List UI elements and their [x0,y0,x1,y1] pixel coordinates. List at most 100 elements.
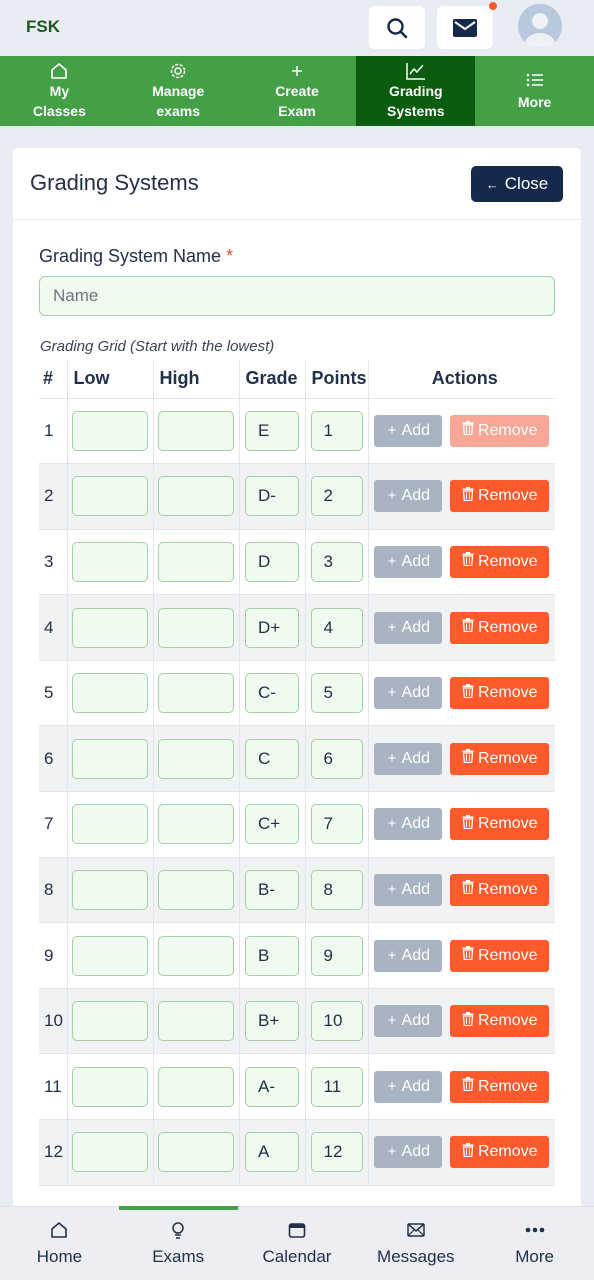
grade-input[interactable] [245,935,299,976]
remove-row-button[interactable]: Remove [450,873,550,906]
remove-row-button[interactable]: Remove [450,480,550,513]
search-button[interactable] [369,6,425,49]
low-input[interactable] [72,541,148,582]
header-number: # [39,360,68,398]
low-input[interactable] [72,1132,148,1173]
nav-item-my-classes[interactable]: My Classes [0,56,119,126]
low-input[interactable] [72,1001,148,1042]
nav-item-create-exam[interactable]: Create Exam [238,56,357,126]
grade-input[interactable] [245,607,299,648]
add-row-button[interactable]: Add [374,480,443,513]
grade-input[interactable] [245,541,299,582]
high-input[interactable] [158,1132,234,1173]
low-input[interactable] [72,673,148,714]
points-input[interactable] [310,804,363,845]
remove-row-button[interactable]: Remove [450,611,550,644]
top-bar: FSK [0,0,594,56]
grade-input[interactable] [245,738,299,779]
grade-input[interactable] [245,1066,299,1107]
add-row-button[interactable]: Add [374,742,443,775]
points-input[interactable] [310,738,363,779]
bottom-nav-home[interactable]: Home [0,1207,119,1280]
add-row-button[interactable]: Add [374,611,443,644]
lightbulb-icon [170,1221,186,1239]
add-row-button[interactable]: Add [374,414,443,447]
trash-icon [462,1077,474,1096]
grade-input[interactable] [245,804,299,845]
points-input[interactable] [310,673,363,714]
points-input[interactable] [310,869,363,910]
points-input[interactable] [310,410,363,451]
grade-cell [239,856,306,923]
low-input[interactable] [72,935,148,976]
grade-input[interactable] [245,410,299,451]
high-input[interactable] [158,476,234,517]
high-input[interactable] [158,673,234,714]
high-input[interactable] [158,804,234,845]
high-input[interactable] [158,935,234,976]
grading-system-name-input[interactable] [39,276,555,316]
messages-button[interactable] [437,2,497,49]
remove-row-button[interactable]: Remove [450,677,550,710]
close-button[interactable]: ← Close [471,166,563,202]
remove-row-button[interactable]: Remove [450,545,550,578]
add-row-button[interactable]: Add [374,1070,443,1103]
grade-input[interactable] [245,869,299,910]
trash-icon [462,683,474,703]
points-input[interactable] [310,607,363,648]
points-input[interactable] [310,1132,363,1173]
nav-item-more[interactable]: More [475,56,594,126]
add-row-button[interactable]: Add [374,939,443,972]
remove-row-button[interactable]: Remove [450,939,550,972]
low-input[interactable] [72,410,148,451]
remove-row-button[interactable]: Remove [450,1070,550,1103]
bottom-nav-messages[interactable]: Messages [356,1207,475,1280]
bottom-nav-more[interactable]: More [475,1207,594,1280]
remove-row-button[interactable]: Remove [450,742,550,775]
home-icon [50,61,68,81]
high-input[interactable] [158,1001,234,1042]
brand-logo[interactable]: FSK [26,17,60,37]
low-input[interactable] [72,476,148,517]
table-row: 12 Add Remove [39,1119,555,1186]
low-cell [67,856,154,923]
points-input[interactable] [310,476,363,517]
high-input[interactable] [158,869,234,910]
high-input[interactable] [158,607,234,648]
row-number: 10 [39,987,68,1054]
high-input[interactable] [158,541,234,582]
add-row-button[interactable]: Add [374,808,443,841]
low-input[interactable] [72,869,148,910]
add-row-button[interactable]: Add [374,545,443,578]
add-row-button[interactable]: Add [374,1136,443,1169]
points-input[interactable] [310,1001,363,1042]
low-input[interactable] [72,738,148,779]
grade-input[interactable] [245,1001,299,1042]
bottom-nav-calendar[interactable]: Calendar [238,1207,357,1280]
avatar[interactable] [518,4,562,48]
table-row: 7 Add Remove [39,791,555,858]
remove-row-button[interactable]: Remove [450,414,550,447]
low-input[interactable] [72,607,148,648]
grade-input[interactable] [245,1132,299,1173]
bottom-nav-exams[interactable]: Exams [118,1206,238,1280]
high-input[interactable] [158,1066,234,1107]
remove-row-button[interactable]: Remove [450,1136,550,1169]
points-input[interactable] [310,541,363,582]
remove-row-button[interactable]: Remove [450,1005,550,1038]
high-input[interactable] [158,738,234,779]
remove-row-button[interactable]: Remove [450,808,550,841]
add-row-button[interactable]: Add [374,873,443,906]
nav-item-label: My Classes [32,83,86,119]
points-input[interactable] [310,935,363,976]
high-input[interactable] [158,410,234,451]
low-input[interactable] [72,804,148,845]
nav-item-grading-systems[interactable]: Grading Systems [356,56,476,126]
low-input[interactable] [72,1066,148,1107]
grade-input[interactable] [245,673,299,714]
add-row-button[interactable]: Add [374,1005,443,1038]
add-row-button[interactable]: Add [374,677,443,710]
nav-item-manage-exams[interactable]: Manage exams [119,56,238,126]
grade-input[interactable] [245,476,299,517]
points-input[interactable] [310,1066,363,1107]
